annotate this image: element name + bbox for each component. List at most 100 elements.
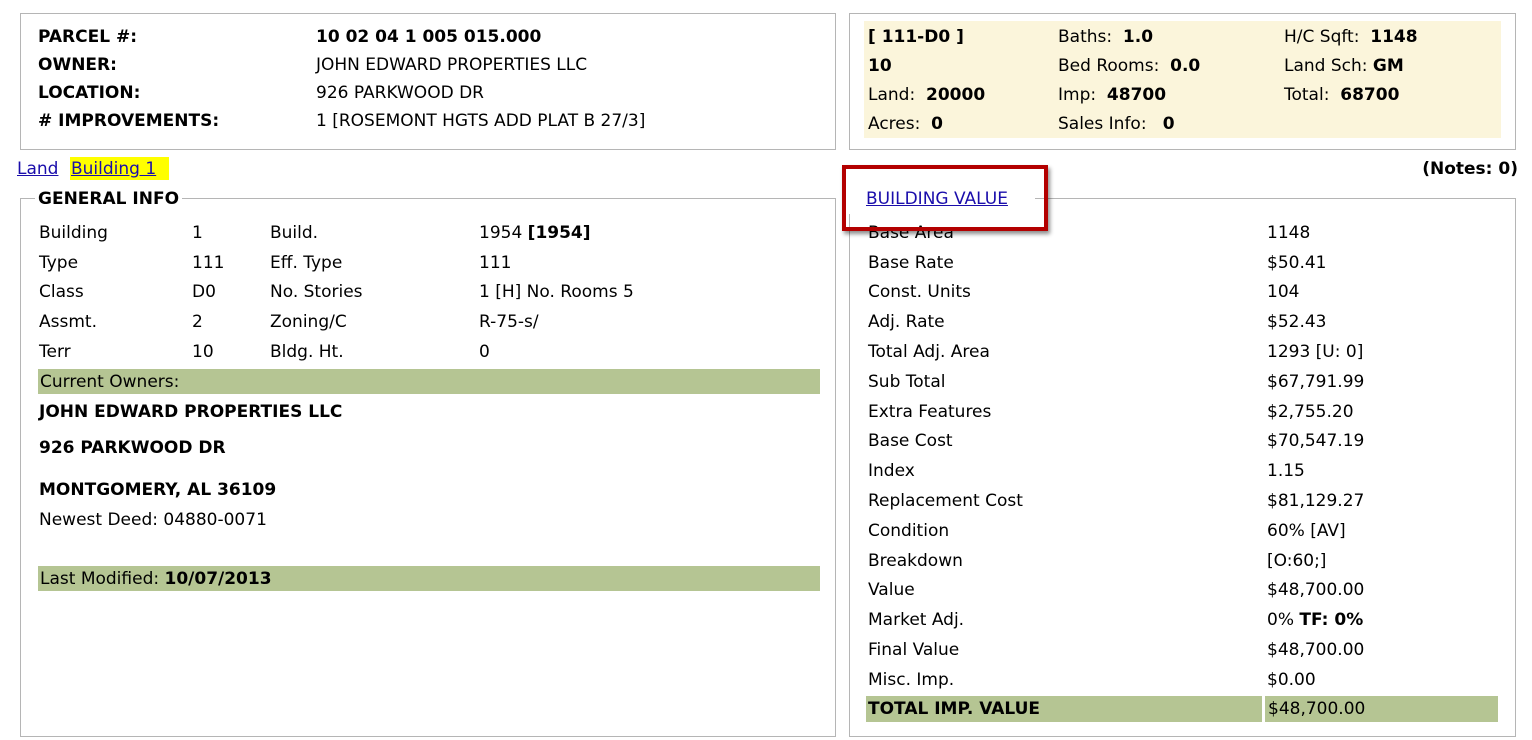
total-imp-value-value: $48,700.00 <box>1268 699 1366 719</box>
table-row: Base Rate $50.41 <box>868 248 1364 278</box>
table-row: Replacement Cost $81,129.27 <box>868 486 1364 516</box>
misc-imp-value: $0.00 <box>1267 669 1316 690</box>
build-year-cell: 1954 [1954] <box>479 218 634 248</box>
condition-value: 60% [AV] <box>1267 520 1346 541</box>
newest-deed-value: 04880-0071 <box>163 510 267 530</box>
type-value: 111 <box>192 252 225 273</box>
general-info-legend: GENERAL INFO <box>35 189 183 209</box>
newest-deed-label: Newest Deed: <box>39 510 158 530</box>
notes-count: (Notes: 0) <box>1422 159 1518 179</box>
total-value: 68700 <box>1340 85 1400 105</box>
land-sch-label: Land Sch: <box>1284 56 1368 76</box>
owner-address-line2: MONTGOMERY, AL 36109 <box>39 480 277 500</box>
table-row: Adj. Rate $52.43 <box>868 307 1364 337</box>
table-row: Final Value $48,700.00 <box>868 635 1364 665</box>
hc-sqft-value: 1148 <box>1370 27 1418 47</box>
breakdown-label: Breakdown <box>868 550 963 571</box>
land-value: 20000 <box>926 85 986 105</box>
tab-land[interactable]: Land <box>17 159 58 179</box>
parcel-info-box: PARCEL #: 10 02 04 1 005 015.000 OWNER: … <box>20 13 836 150</box>
table-row: Class D0 No. Stories 1 [H] No. Rooms 5 <box>39 278 634 308</box>
baths-label: Baths: <box>1058 27 1113 47</box>
building-value-table: Base Area 1148 Base Rate $50.41 Const. Uni… <box>868 218 1364 695</box>
parcel-value: 10 02 04 1 005 015.000 <box>316 27 542 47</box>
base-area-value: 1148 <box>1267 222 1311 243</box>
zoning-label: Zoning/C <box>270 312 347 333</box>
replacement-cost-label: Replacement Cost <box>868 491 1023 512</box>
terr-code: 10 <box>868 56 892 76</box>
zoning-value: R-75-s/ <box>479 312 539 333</box>
base-cost-label: Base Cost <box>868 431 953 452</box>
market-adj-value: 0% <box>1267 610 1294 631</box>
bedrooms-value: 0.0 <box>1170 56 1201 76</box>
assmt-value: 2 <box>192 312 203 333</box>
improvements-label: # IMPROVEMENTS: <box>38 111 220 131</box>
parcel-label: PARCEL #: <box>38 27 138 47</box>
land-label: Land: <box>868 85 916 105</box>
tf-value: TF: 0% <box>1299 610 1364 631</box>
improvements-value: 1 [ROSEMONT HGTS ADD PLAT B 27/3] <box>316 111 646 131</box>
stories-value: 1 [H] No. Rooms 5 <box>479 282 634 303</box>
market-adj-cell: 0% TF: 0% <box>1267 605 1364 635</box>
table-row: Assmt. 2 Zoning/C R-75-s/ <box>39 307 634 337</box>
table-row: Total Adj. Area 1293 [U: 0] <box>868 337 1364 367</box>
build-year-value: 1954 <box>479 222 523 243</box>
owner-value: JOHN EDWARD PROPERTIES LLC <box>316 55 588 75</box>
table-row: Misc. Imp. $0.00 <box>868 665 1364 695</box>
owner-name: JOHN EDWARD PROPERTIES LLC <box>39 402 343 422</box>
total-adj-area-label: Total Adj. Area <box>868 342 990 363</box>
index-label: Index <box>868 461 915 482</box>
acres-summary: Acres: 0 <box>868 114 943 134</box>
imp-value: 48700 <box>1106 85 1167 105</box>
table-row: Value $48,700.00 <box>868 576 1364 606</box>
base-rate-value: $50.41 <box>1267 252 1327 273</box>
imp-label: Imp: <box>1058 85 1097 105</box>
sub-total-value: $67,791.99 <box>1267 371 1365 392</box>
terr-label: Terr <box>39 342 71 363</box>
bldg-ht-value: 0 <box>479 342 490 363</box>
final-value-label: Final Value <box>868 640 960 661</box>
sales-label: Sales Info: <box>1058 114 1147 134</box>
building-code: [ 111-D0 ] <box>868 27 964 47</box>
sales-summary: Sales Info: 0 <box>1058 114 1175 134</box>
value-value: $48,700.00 <box>1267 580 1365 601</box>
table-row: Market Adj. 0% TF: 0% <box>868 605 1364 635</box>
land-sch-summary: Land Sch: GM <box>1284 56 1404 76</box>
sub-total-label: Sub Total <box>868 371 946 392</box>
sales-value: 0 <box>1162 114 1175 134</box>
baths-summary: Baths: 1.0 <box>1058 27 1153 47</box>
summary-box: [ 111-D0 ] 10 Land: 20000 Acres: 0 Baths… <box>849 13 1516 150</box>
total-label: Total: <box>1284 85 1330 105</box>
land-sch-value: GM <box>1372 56 1404 76</box>
build-year-label: Build. <box>270 222 319 243</box>
extra-features-value: $2,755.20 <box>1267 401 1354 422</box>
total-summary: Total: 68700 <box>1284 85 1399 105</box>
table-row: Extra Features $2,755.20 <box>868 397 1364 427</box>
adj-rate-value: $52.43 <box>1267 312 1327 333</box>
base-cost-value: $70,547.19 <box>1267 431 1365 452</box>
land-summary: Land: 20000 <box>868 85 985 105</box>
location-label: LOCATION: <box>38 83 141 103</box>
total-adj-area-value: 1293 [U: 0] <box>1267 342 1364 363</box>
index-value: 1.15 <box>1267 461 1305 482</box>
misc-imp-label: Misc. Imp. <box>868 669 955 690</box>
base-rate-label: Base Rate <box>868 252 954 273</box>
terr-value: 10 <box>192 342 214 363</box>
breakdown-value: [O:60;] <box>1267 550 1327 571</box>
const-units-value: 104 <box>1267 282 1300 303</box>
table-row: Index 1.15 <box>868 456 1364 486</box>
current-owners-label: Current Owners: <box>40 372 180 392</box>
location-value: 926 PARKWOOD DR <box>316 83 484 103</box>
build-year-effective: [1954] <box>527 222 591 243</box>
adj-rate-label: Adj. Rate <box>868 312 945 333</box>
extra-features-label: Extra Features <box>868 401 992 422</box>
total-imp-value-label: TOTAL IMP. VALUE <box>868 699 1040 719</box>
table-row: Const. Units 104 <box>868 278 1364 308</box>
market-adj-label: Market Adj. <box>868 610 965 631</box>
building-label: Building <box>39 222 108 243</box>
bldg-ht-label: Bldg. Ht. <box>270 342 344 363</box>
tab-building-1[interactable]: Building 1 <box>71 159 156 179</box>
last-modified: Last Modified: 10/07/2013 <box>40 569 272 589</box>
const-units-label: Const. Units <box>868 282 971 303</box>
acres-value: 0 <box>931 114 943 134</box>
